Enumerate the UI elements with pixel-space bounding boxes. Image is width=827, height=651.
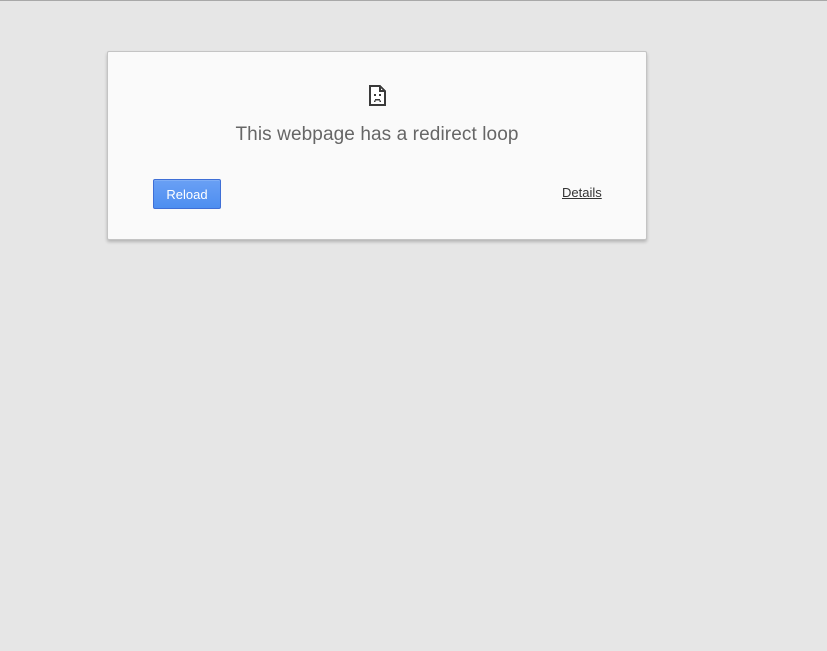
window-top-border	[0, 0, 827, 1]
error-title: This webpage has a redirect loop	[235, 124, 519, 145]
sad-page-icon	[369, 85, 386, 106]
reload-button[interactable]: Reload	[153, 179, 221, 209]
details-link[interactable]: Details	[562, 185, 602, 200]
error-card: This webpage has a redirect loop Reload …	[107, 51, 647, 240]
